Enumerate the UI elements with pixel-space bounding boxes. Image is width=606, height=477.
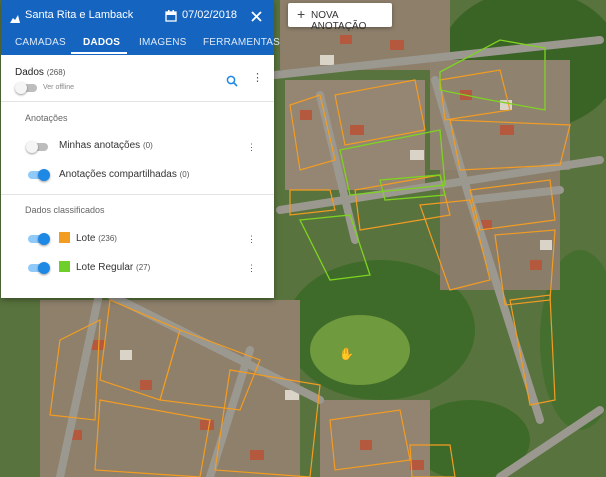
lote-regular-menu-icon[interactable]: ⋮ <box>247 263 256 273</box>
tab-imagens[interactable]: IMAGENS <box>139 37 187 48</box>
area-icon <box>9 11 21 29</box>
lote-toggle[interactable] <box>28 233 50 245</box>
new-annotation-label: NOVA ANOTAÇÃO <box>311 10 367 32</box>
divider <box>1 194 274 195</box>
anotacoes-section-label: Anotações <box>25 113 68 123</box>
close-icon[interactable] <box>251 9 262 27</box>
data-panel: Santa Rita e Lamback 07/02/2018 CAMADAS … <box>1 0 280 298</box>
dados-classificados-section-label: Dados classificados <box>25 205 105 215</box>
panel-header: Santa Rita e Lamback 07/02/2018 <box>1 0 274 31</box>
minhas-anotacoes-menu-icon[interactable]: ⋮ <box>247 142 256 152</box>
plus-icon: + <box>297 6 306 22</box>
date-selector[interactable]: 07/02/2018 <box>182 9 237 21</box>
lote-regular-toggle[interactable] <box>28 262 50 274</box>
tab-bar: CAMADAS DADOS IMAGENS FERRAMENTAS <box>1 31 280 55</box>
minhas-anotacoes-label: Minhas anotações (0) <box>59 140 153 151</box>
active-tab-indicator <box>71 52 127 54</box>
tab-dados[interactable]: DADOS <box>83 37 120 48</box>
offline-toggle[interactable] <box>15 82 37 94</box>
tab-camadas[interactable]: CAMADAS <box>15 37 66 48</box>
hand-cursor-icon: ✋ <box>339 347 354 361</box>
lote-menu-icon[interactable]: ⋮ <box>247 234 256 244</box>
anotacoes-compartilhadas-toggle[interactable] <box>28 169 50 181</box>
grass-field <box>310 315 410 385</box>
search-icon[interactable] <box>226 74 238 92</box>
lote-label: Lote (236) <box>76 233 117 244</box>
anotacoes-compartilhadas-label: Anotações compartilhadas (0) <box>59 169 190 180</box>
project-title: Santa Rita e Lamback <box>25 9 134 21</box>
offline-label: Ver offline <box>43 84 75 91</box>
dados-title: Dados (268) <box>15 67 66 78</box>
more-options-icon[interactable]: ⋮ <box>252 73 263 84</box>
urban-block <box>430 60 570 170</box>
new-annotation-button[interactable]: + NOVA ANOTAÇÃO <box>288 3 392 32</box>
dados-count: (268) <box>46 68 66 77</box>
calendar-icon[interactable] <box>165 9 177 27</box>
lote-regular-color-swatch <box>59 261 70 272</box>
lote-regular-label: Lote Regular (27) <box>76 262 151 273</box>
tab-ferramentas[interactable]: FERRAMENTAS <box>203 37 280 48</box>
minhas-anotacoes-toggle[interactable] <box>26 141 48 153</box>
lote-color-swatch <box>59 232 70 243</box>
divider <box>1 101 274 102</box>
